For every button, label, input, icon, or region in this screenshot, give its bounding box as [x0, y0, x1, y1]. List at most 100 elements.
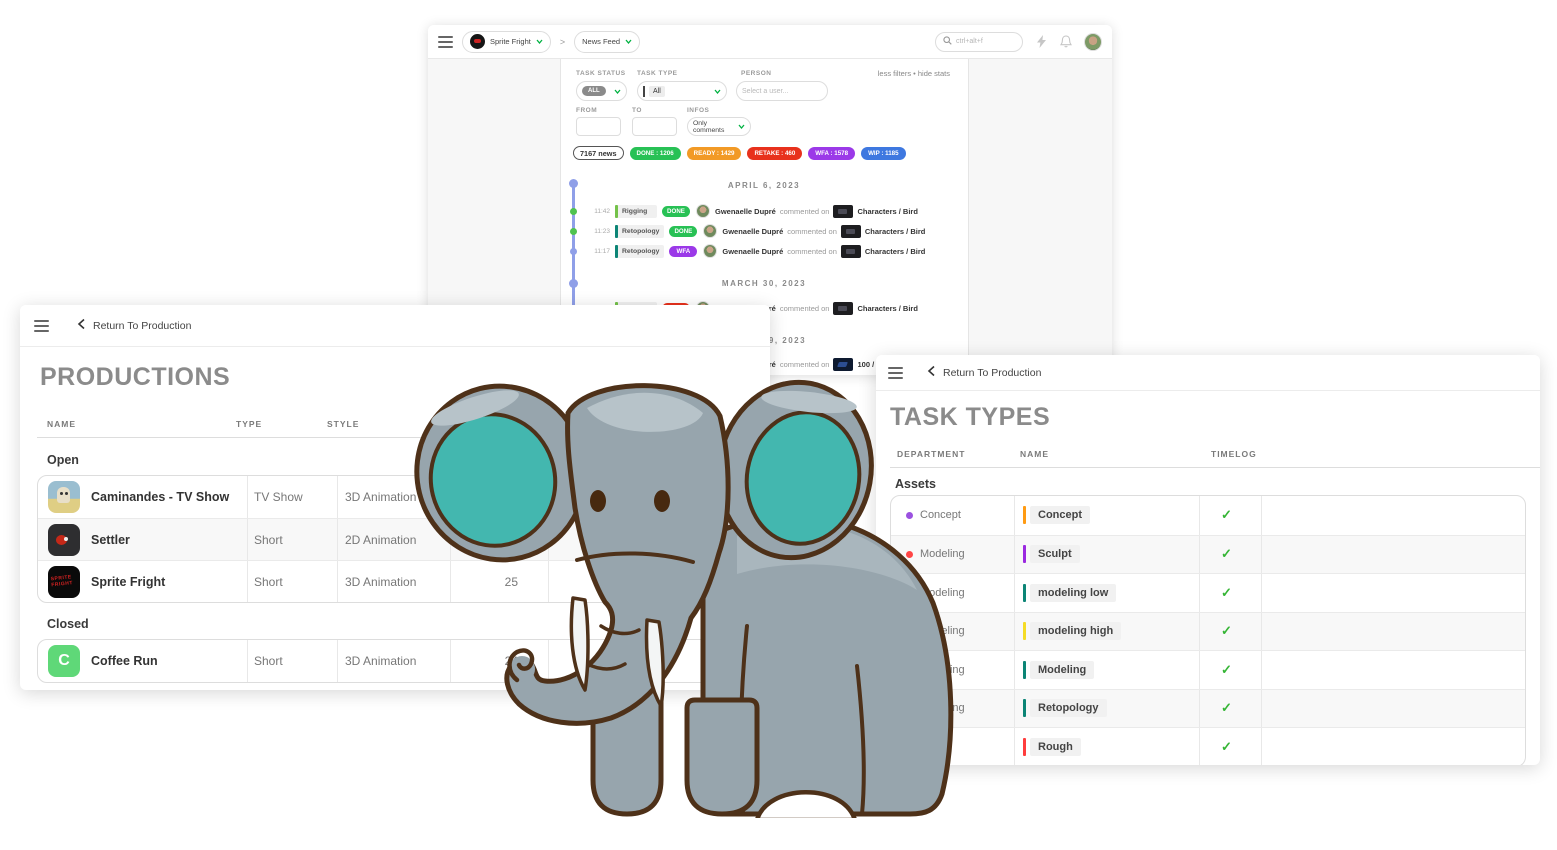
user-avatar[interactable]: [1084, 33, 1102, 51]
target-entity: Characters / Bird: [865, 247, 925, 256]
item-time: 11:17: [590, 248, 610, 255]
task-type-chip: modeling high: [1023, 622, 1121, 640]
timeline-dot: [570, 208, 577, 215]
quick-actions-icon[interactable]: [1036, 35, 1047, 48]
person-input[interactable]: Select a user...: [736, 81, 828, 101]
task-type-select[interactable]: All: [637, 81, 727, 101]
news-topbar: Sprite Fright > News Feed ctrl+alt+f: [428, 25, 1112, 59]
status-badge[interactable]: RETAKE : 460: [747, 147, 802, 160]
status-badge[interactable]: DONE : 1206: [630, 147, 681, 160]
chevron-down-icon: [536, 39, 543, 44]
task-type-chip: Rough: [1023, 738, 1081, 756]
table-row[interactable]: Modeling Sculpt ✓: [891, 535, 1525, 574]
menu-icon[interactable]: [34, 320, 49, 332]
entity-thumbnail: [833, 302, 853, 315]
production-name: Coffee Run: [91, 654, 158, 668]
production-name: Settler: [91, 533, 130, 547]
task-type-chip: Retopology: [1023, 699, 1107, 717]
target-entity: Characters / Bird: [857, 207, 917, 216]
chevron-down-icon: [738, 124, 745, 129]
column-header-name[interactable]: NAME: [1020, 449, 1049, 459]
task-types-window: Return To Production TASK TYPES DEPARTME…: [876, 355, 1540, 765]
column-header-name[interactable]: NAME: [47, 419, 76, 429]
production-thumbnail: [48, 481, 80, 513]
timeline-dot: [569, 279, 578, 288]
infos-select[interactable]: Only comments: [687, 117, 751, 136]
elephant-mascot-illustration: [405, 368, 965, 818]
from-label: FROM: [576, 107, 597, 114]
task-type-color-bar: [1023, 584, 1026, 602]
task-type-chip: Rigging: [615, 205, 657, 218]
to-date-input[interactable]: [632, 117, 677, 136]
feed-date-header: MARCH 30, 2023: [664, 279, 864, 288]
task-type-color-bar: [1023, 738, 1026, 756]
page-name: News Feed: [582, 37, 620, 46]
task-status-value: ALL: [582, 86, 606, 96]
task-types-topbar: Return To Production: [876, 355, 1540, 391]
production-name: Caminandes - TV Show: [91, 490, 229, 504]
back-to-production-link[interactable]: Return To Production: [77, 318, 191, 333]
status-badge[interactable]: WFA : 1578: [808, 147, 855, 160]
task-status-select[interactable]: ALL: [576, 81, 627, 101]
author-name: Gwenaelle Dupré: [722, 227, 783, 236]
section-label-closed: Closed: [47, 617, 89, 631]
task-type-chip: Retopology: [615, 245, 664, 258]
task-type-label: TASK TYPE: [637, 70, 678, 77]
status-badge[interactable]: WIP : 1185: [861, 147, 906, 160]
news-item[interactable]: 11:42 Rigging DONE Gwenaelle Dupré comme…: [590, 203, 918, 219]
production-type: Short: [254, 575, 283, 589]
action-text: commented on: [787, 227, 837, 236]
production-type: Short: [254, 654, 283, 668]
production-name: Sprite Fright: [490, 37, 531, 46]
table-row[interactable]: Line Rough ✓: [891, 727, 1525, 765]
table-row[interactable]: Modeling modeling low ✓: [891, 573, 1525, 612]
notifications-bell-icon[interactable]: [1060, 35, 1072, 48]
table-row[interactable]: Modeling Retopology ✓: [891, 689, 1525, 728]
task-type-color-bar: [1023, 545, 1026, 563]
status-pill: DONE: [662, 206, 690, 217]
item-time: 11:42: [590, 208, 610, 215]
avatar: [703, 244, 717, 258]
column-header-timelog[interactable]: TIMELOG: [1211, 449, 1257, 459]
production-type: TV Show: [254, 490, 303, 504]
search-placeholder: ctrl+alt+f: [956, 38, 983, 45]
breadcrumb-separator: >: [560, 37, 565, 47]
column-header-style[interactable]: STYLE: [327, 419, 359, 429]
timelog-check-icon: ✓: [1221, 507, 1232, 523]
timeline-dot: [569, 179, 578, 188]
filters-toggle-links[interactable]: less filters • hide stats: [878, 69, 950, 78]
from-date-input[interactable]: [576, 117, 621, 136]
person-label: PERSON: [741, 70, 771, 77]
menu-icon[interactable]: [438, 36, 453, 48]
task-type-color-bar: [1023, 699, 1026, 717]
production-select[interactable]: Sprite Fright: [462, 31, 551, 53]
timeline-dot: [570, 248, 577, 255]
infos-value: Only comments: [693, 120, 734, 134]
entity-thumbnail: [841, 245, 861, 258]
avatar: [696, 204, 710, 218]
task-type-chip: Concept: [1023, 506, 1090, 524]
target-entity: Characters / Bird: [857, 304, 917, 313]
action-text: commented on: [787, 247, 837, 256]
task-type-color-bar: [1023, 661, 1026, 679]
status-badge[interactable]: READY : 1429: [687, 147, 742, 160]
action-text: commented on: [780, 304, 830, 313]
news-item[interactable]: 11:23 Retopology DONE Gwenaelle Dupré co…: [590, 223, 925, 239]
news-item[interactable]: 11:17 Retopology WFA Gwenaelle Dupré com…: [590, 243, 925, 259]
production-thumbnail: [48, 524, 80, 556]
page-select[interactable]: News Feed: [574, 31, 640, 53]
column-header-type[interactable]: TYPE: [236, 419, 262, 429]
task-type-chip: Retopology: [615, 225, 664, 238]
table-row[interactable]: Modeling Modeling ✓: [891, 650, 1525, 689]
task-color-bar: [615, 245, 618, 258]
table-row[interactable]: Modeling modeling high ✓: [891, 612, 1525, 651]
table-row[interactable]: Concept Concept ✓: [891, 496, 1525, 535]
status-pill: WFA: [669, 246, 697, 257]
person-placeholder: Select a user...: [742, 88, 788, 95]
production-name: Sprite Fright: [91, 575, 165, 589]
task-type-chip: Sculpt: [1023, 545, 1080, 563]
production-type: Short: [254, 533, 283, 547]
task-status-label: TASK STATUS: [576, 70, 626, 77]
header-divider: [890, 467, 1540, 468]
search-input[interactable]: ctrl+alt+f: [935, 32, 1023, 52]
